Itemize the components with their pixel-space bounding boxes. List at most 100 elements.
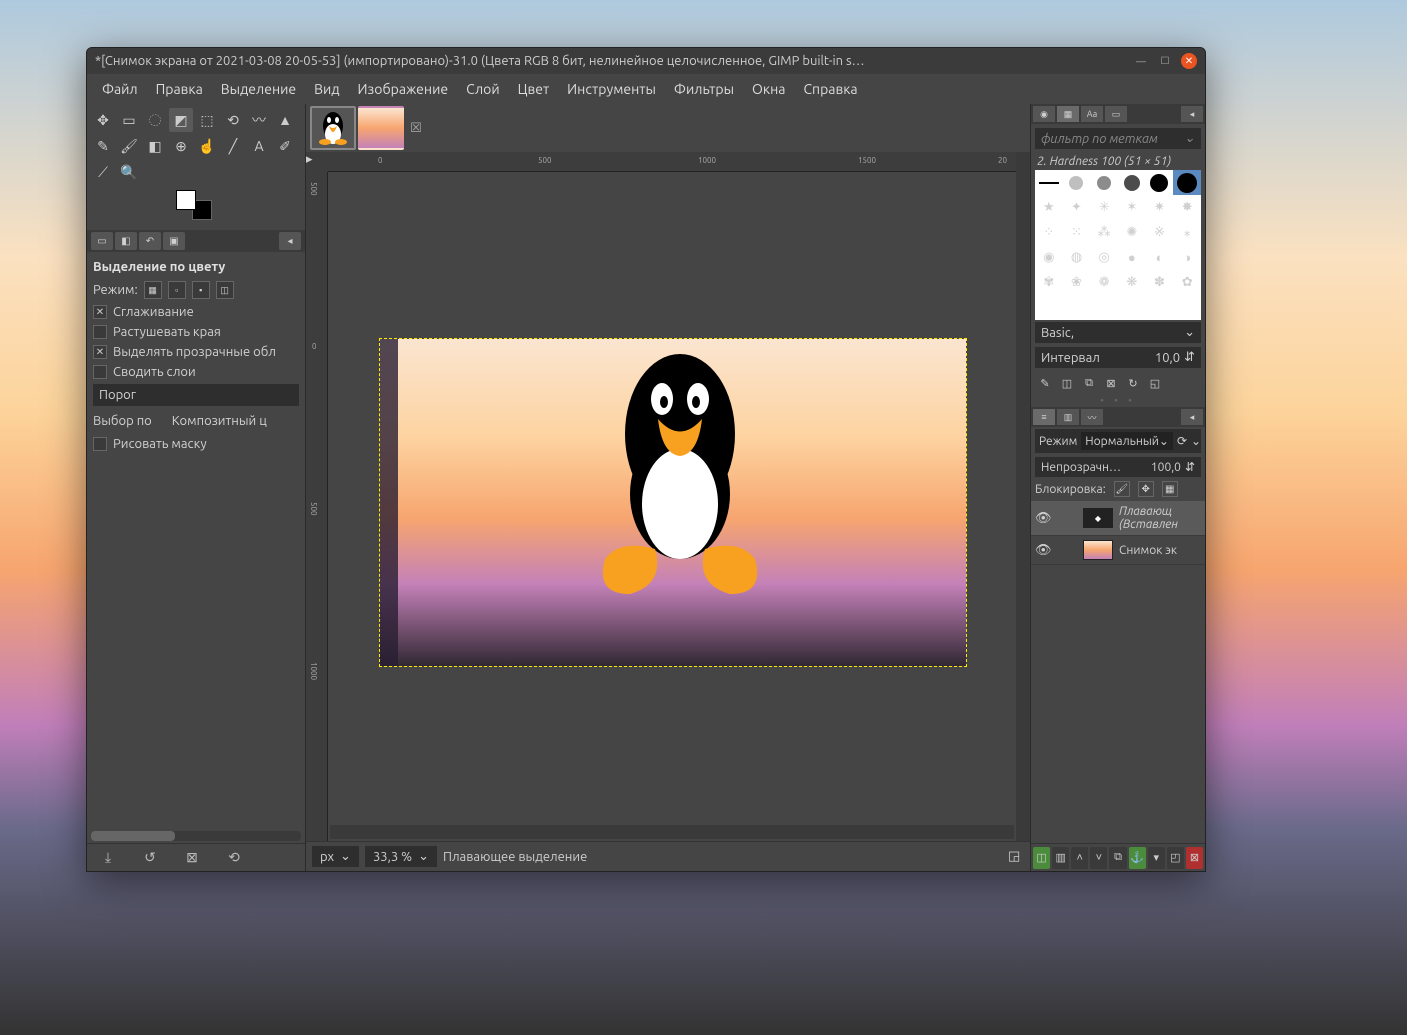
restore-options-icon[interactable]: ↺: [139, 847, 161, 869]
zoom-select[interactable]: 33,3 %⌄: [365, 846, 437, 867]
layer-item-bg[interactable]: 👁 Снимок эк: [1031, 536, 1205, 565]
tool-rect-select[interactable]: ▭: [117, 108, 141, 132]
brush-spacing[interactable]: Интервал 10,0 ⇵: [1035, 347, 1201, 368]
layer-merge-icon[interactable]: ▾: [1148, 847, 1165, 869]
layer-delete-icon[interactable]: ⊠: [1186, 847, 1203, 869]
tab-menu-icon[interactable]: ◂: [1181, 409, 1203, 425]
chevron-down-icon[interactable]: ⌄: [1191, 434, 1201, 448]
threshold-slider[interactable]: Порог: [93, 384, 299, 406]
menu-tools[interactable]: Инструменты: [558, 77, 665, 101]
menu-help[interactable]: Справка: [794, 77, 866, 101]
check-transparent[interactable]: ✕: [93, 345, 107, 359]
layer-item-floating[interactable]: 👁 ◆ Плавающ (Вставлен: [1031, 501, 1205, 536]
maximize-button[interactable]: ☐: [1157, 53, 1173, 69]
tool-free-select[interactable]: ◌: [143, 108, 167, 132]
tab-tool-options[interactable]: ▭: [91, 232, 113, 250]
lock-alpha-icon[interactable]: ▦: [1162, 481, 1178, 497]
tool-measure[interactable]: ⟋: [91, 160, 115, 184]
open-brush-icon[interactable]: ◱: [1145, 374, 1165, 392]
tab-undo[interactable]: ↶: [139, 232, 161, 250]
lock-position-icon[interactable]: ✥: [1138, 481, 1154, 497]
dock-grip[interactable]: • • •: [1031, 394, 1205, 407]
menu-file[interactable]: Файл: [93, 77, 147, 101]
tool-zoom[interactable]: 🔍: [117, 160, 141, 184]
new-brush-icon[interactable]: ◫: [1057, 374, 1077, 392]
layer-dup-icon[interactable]: ⧉: [1109, 847, 1126, 869]
tool-warp[interactable]: 〰: [247, 108, 271, 132]
menu-view[interactable]: Вид: [305, 77, 348, 101]
close-button[interactable]: ✕: [1181, 53, 1197, 69]
check-drawmask[interactable]: [93, 437, 107, 451]
dup-brush-icon[interactable]: ⧉: [1079, 374, 1099, 392]
check-antialias[interactable]: ✕: [93, 305, 107, 319]
menu-image[interactable]: Изображение: [349, 77, 458, 101]
refresh-brush-icon[interactable]: ↻: [1123, 374, 1143, 392]
brush-grid[interactable]: ★ ✦ ✳ ✶ ✷ ✸ ⁘⁙⁂ ✺※⁎ ◉◍◎ ●◐◑ ✾❀❁ ❋✽✿: [1035, 170, 1201, 320]
eye-icon[interactable]: 👁: [1035, 543, 1051, 558]
image-tab-1[interactable]: [310, 106, 356, 150]
tool-eraser[interactable]: ◧: [143, 134, 167, 158]
ruler-horizontal[interactable]: 0 500 1000 1500 20: [328, 152, 1016, 172]
save-options-icon[interactable]: ⤓: [97, 847, 119, 869]
layer-up-icon[interactable]: ˄: [1071, 847, 1088, 869]
delete-options-icon[interactable]: ⊠: [181, 847, 203, 869]
menu-layer[interactable]: Слой: [457, 77, 509, 101]
select-by-label[interactable]: Выбор по: [93, 414, 152, 428]
menu-windows[interactable]: Окна: [743, 77, 794, 101]
tool-move[interactable]: ✥: [91, 108, 115, 132]
menu-filters[interactable]: Фильтры: [665, 77, 743, 101]
del-brush-icon[interactable]: ⊠: [1101, 374, 1121, 392]
layer-group-icon[interactable]: ▥: [1052, 847, 1069, 869]
minimize-button[interactable]: —: [1133, 53, 1149, 69]
ruler-vertical[interactable]: 500 0 500 1000: [306, 172, 328, 841]
tool-picker[interactable]: ✐: [273, 134, 297, 158]
layer-mask-icon[interactable]: ◰: [1167, 847, 1184, 869]
tab-menu-icon[interactable]: ◂: [1181, 106, 1203, 122]
tag-filter-input[interactable]: фильтр по меткам⌄: [1035, 128, 1201, 149]
layer-opacity[interactable]: Непрозрачн… 100,0 ⇵: [1035, 457, 1201, 477]
fg-color[interactable]: [176, 190, 196, 210]
unit-select[interactable]: px⌄: [312, 846, 359, 867]
tool-crop[interactable]: ⬚: [195, 108, 219, 132]
tab-patterns[interactable]: ▦: [1057, 106, 1079, 122]
tool-clone[interactable]: ⊕: [169, 134, 193, 158]
edit-brush-icon[interactable]: ✎: [1035, 374, 1055, 392]
left-scroll[interactable]: [91, 831, 301, 841]
fg-bg-colors[interactable]: [176, 190, 212, 220]
tab-channels[interactable]: ▥: [1057, 409, 1079, 425]
mode-add[interactable]: ▫: [168, 281, 186, 299]
brush-preset-select[interactable]: Basic,⌄: [1035, 322, 1201, 343]
tab-brushes[interactable]: ◉: [1033, 106, 1055, 122]
hscroll[interactable]: [330, 825, 1014, 839]
mode-subtract[interactable]: ▪: [192, 281, 210, 299]
tab-menu-icon[interactable]: ◂: [279, 232, 301, 250]
tool-bucket[interactable]: ▲: [273, 108, 297, 132]
tool-transform[interactable]: ⟲: [221, 108, 245, 132]
tab-close-icon[interactable]: ☒: [408, 120, 424, 136]
spinner-icon[interactable]: ⇵: [1184, 350, 1195, 365]
eye-icon[interactable]: 👁: [1035, 511, 1051, 526]
layer-down-icon[interactable]: ˅: [1090, 847, 1107, 869]
composite-label[interactable]: Композитный ц: [172, 414, 267, 428]
titlebar[interactable]: *[Снимок экрана от 2021-03-08 20-05-53] …: [87, 48, 1205, 74]
nav-icon[interactable]: ◲: [1008, 849, 1024, 865]
tab-layers[interactable]: ≡: [1033, 409, 1055, 425]
reset-options-icon[interactable]: ⟲: [223, 847, 245, 869]
tool-color-select[interactable]: ◩: [169, 108, 193, 132]
menu-edit[interactable]: Правка: [147, 77, 212, 101]
check-feather[interactable]: [93, 325, 107, 339]
tab-images[interactable]: ▣: [163, 232, 185, 250]
tool-pencil[interactable]: ✎: [91, 134, 115, 158]
tab-history[interactable]: ▭: [1105, 106, 1127, 122]
tab-fonts[interactable]: Aa: [1081, 106, 1103, 122]
mode-switch-icon[interactable]: ⟳: [1177, 434, 1187, 448]
mode-replace[interactable]: ▦: [144, 281, 162, 299]
new-layer-icon[interactable]: ◫: [1033, 847, 1050, 869]
tab-device[interactable]: ◧: [115, 232, 137, 250]
tab-paths[interactable]: 〰: [1081, 409, 1103, 425]
mode-intersect[interactable]: ◫: [216, 281, 234, 299]
spinner-icon[interactable]: ⇵: [1185, 460, 1195, 474]
tool-brush[interactable]: 🖌: [117, 134, 141, 158]
image-tab-2[interactable]: [358, 106, 404, 150]
mode-select[interactable]: Нормальный ⌄: [1081, 432, 1173, 450]
